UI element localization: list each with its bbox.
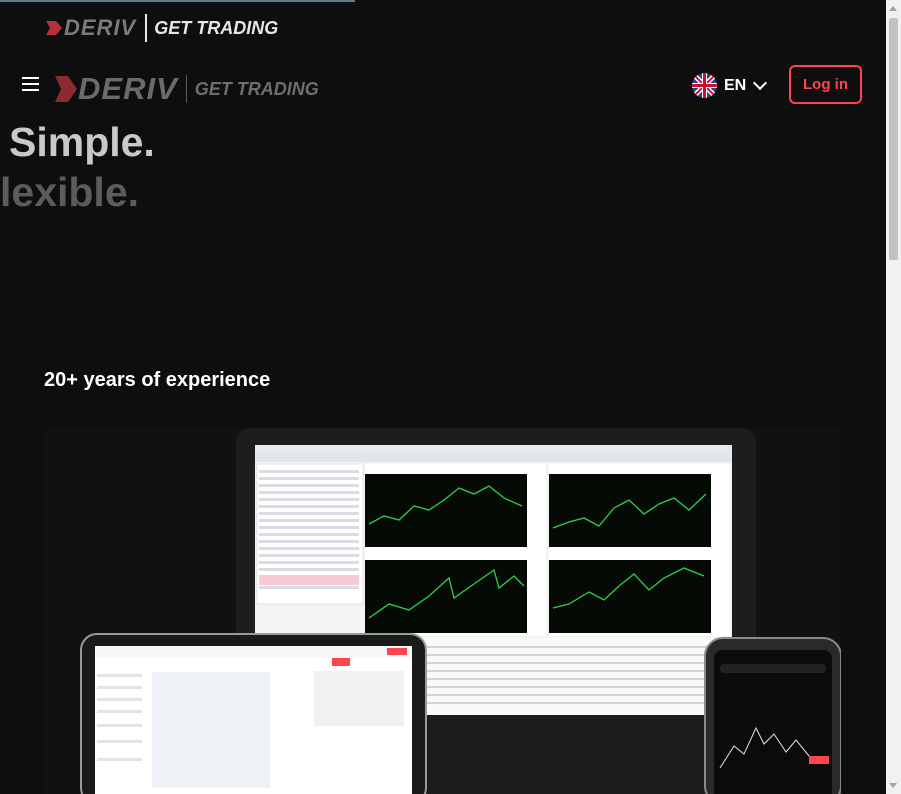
- deriv-logo-mark-icon: [46, 21, 62, 35]
- deriv-logo-mark-icon: [55, 76, 77, 102]
- language-selector[interactable]: EN: [692, 73, 768, 98]
- nav-brand-logo[interactable]: DERIV GET TRADING: [54, 71, 319, 107]
- uk-flag-icon: [692, 73, 717, 98]
- login-button[interactable]: Log in: [789, 65, 862, 104]
- brand-name: DERIV: [64, 15, 137, 40]
- scroll-up-arrow-icon[interactable]: [889, 6, 897, 11]
- hero-heading-line-1: Simple.: [9, 119, 155, 165]
- scroll-down-arrow-icon[interactable]: [889, 783, 897, 788]
- nav-brand-divider: [185, 75, 187, 103]
- experience-heading: 20+ years of experience: [44, 369, 271, 391]
- trading-platforms-devices-image: [44, 428, 841, 794]
- hamburger-menu-icon[interactable]: [22, 77, 39, 94]
- top-brand-logo: DERIV GET TRADING: [44, 14, 278, 42]
- nav-brand-tagline: GET TRADING: [194, 78, 319, 99]
- devices-illustration: [80, 428, 841, 794]
- nav-brand-name: DERIV: [78, 71, 178, 106]
- brand-tagline: GET TRADING: [154, 17, 279, 38]
- brand-divider: [145, 14, 148, 42]
- chevron-down-icon: [753, 75, 768, 91]
- page-scrollbar[interactable]: [886, 0, 901, 794]
- scrollbar-thumb[interactable]: [889, 18, 898, 260]
- hero-heading-line-2: lexible.: [0, 169, 140, 215]
- page-loading-bar: [0, 0, 355, 2]
- language-code: EN: [724, 76, 747, 94]
